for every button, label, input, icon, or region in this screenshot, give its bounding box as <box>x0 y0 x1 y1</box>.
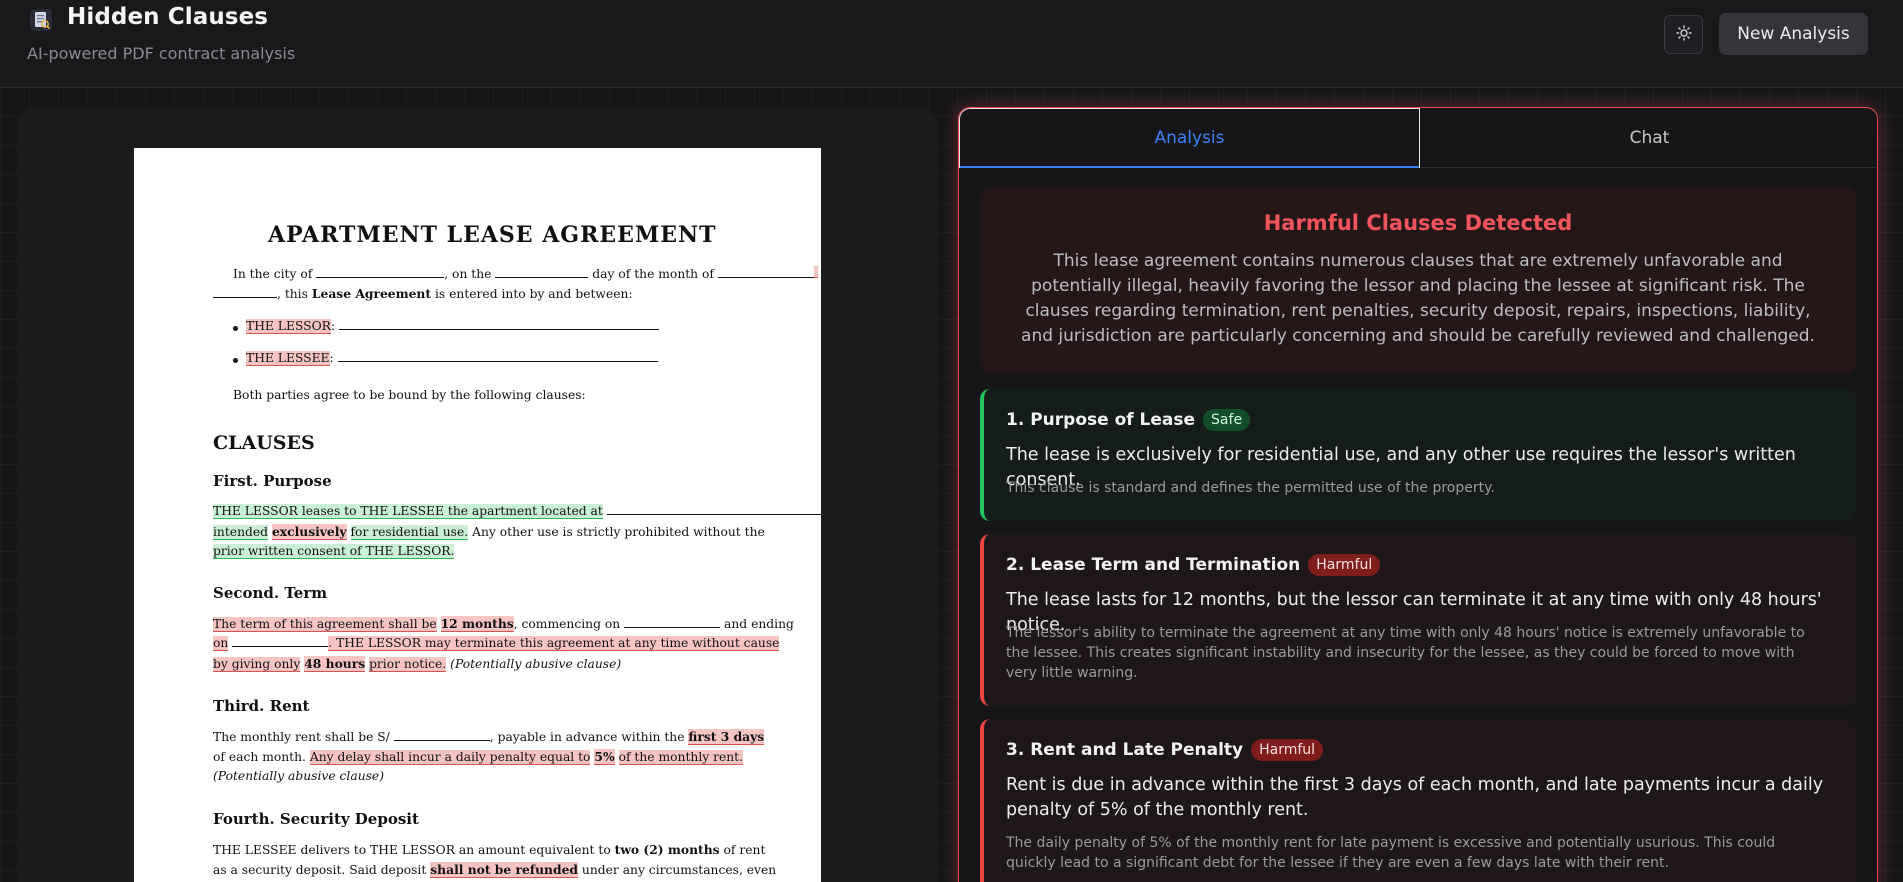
document-title: APARTMENT LEASE AGREEMENT <box>268 222 717 248</box>
intro-line-1: In the city of , on the day of the month… <box>233 266 818 281</box>
clause-explanation: The lessor's ability to terminate the ag… <box>1006 625 1805 681</box>
app-header: Hidden Clauses AI-powered PDF contract a… <box>0 0 1903 88</box>
parties-text: Both parties agree to be bound by the fo… <box>233 388 586 402</box>
lessor-line: THE LESSOR: <box>246 319 659 334</box>
second-heading: Second. Term <box>213 584 328 602</box>
clause-explanation: This clause is standard and defines the … <box>1006 480 1495 496</box>
clause-title: 3. Rent and Late Penalty Harmful <box>1006 739 1324 761</box>
third-line-2: of each month. Any delay shall incur a d… <box>213 749 744 765</box>
first-line-1: THE LESSOR leases to THE LESSEE the apar… <box>213 504 821 519</box>
third-line-3: (Potentially abusive clause) <box>213 769 384 783</box>
clause-title: 2. Lease Term and Termination Harmful <box>1006 554 1381 576</box>
app-title: Hidden Clauses <box>67 4 269 30</box>
fourth-line-1: THE LESSEE delivers to THE LESSOR an amo… <box>213 842 766 857</box>
lessee-line: THE LESSEE: <box>246 351 658 366</box>
first-heading: First. Purpose <box>213 472 332 490</box>
clause-explanation: The daily penalty of 5% of the monthly r… <box>1006 835 1776 871</box>
document-icon <box>30 9 52 31</box>
summary-title: Harmful Clauses Detected <box>1263 211 1573 235</box>
status-badge: Safe <box>1203 409 1251 431</box>
tab-analysis[interactable]: Analysis <box>959 108 1420 168</box>
bullet <box>233 358 238 363</box>
status-badge: Harmful <box>1251 739 1324 761</box>
second-line-1: The term of this agreement shall be 12 m… <box>213 616 794 632</box>
first-line-3: prior written consent of THE LESSOR. <box>213 544 455 559</box>
summary-text: This lease agreement contains numerous c… <box>1021 251 1815 346</box>
third-heading: Third. Rent <box>213 697 310 715</box>
theme-toggle-button[interactable] <box>1664 15 1703 54</box>
clause-card[interactable]: 2. Lease Term and Termination Harmful The… <box>980 534 1856 706</box>
second-line-3: by giving only 48 hours prior notice. (P… <box>213 656 622 672</box>
intro-line-2: , this Lease Agreement is entered into b… <box>213 286 633 301</box>
clauses-heading: CLAUSES <box>213 432 315 454</box>
fourth-heading: Fourth. Security Deposit <box>213 810 419 828</box>
clause-summary: Rent is due in advance within the first … <box>1006 775 1824 820</box>
third-line-1: The monthly rent shall be S/ , payable i… <box>213 729 765 745</box>
pdf-page[interactable]: APARTMENT LEASE AGREEMENT In the city of… <box>134 148 821 882</box>
summary-card: Harmful Clauses Detected This lease agre… <box>980 187 1856 373</box>
second-line-2: on . THE LESSOR may terminate this agree… <box>213 636 780 651</box>
tab-chat[interactable]: Chat <box>1420 108 1877 168</box>
app-subtitle: AI-powered PDF contract analysis <box>27 44 296 63</box>
sun-icon <box>1675 24 1692 45</box>
clause-title: 1. Purpose of Lease Safe <box>1006 409 1251 431</box>
bullet <box>233 326 238 331</box>
first-line-2: intended exclusively for residential use… <box>213 524 765 540</box>
new-analysis-button[interactable]: New Analysis <box>1719 13 1868 55</box>
clause-card[interactable]: 3. Rent and Late Penalty Harmful Rent is … <box>980 719 1856 882</box>
status-badge: Harmful <box>1308 554 1381 576</box>
clause-card[interactable]: 1. Purpose of Lease Safe The lease is exc… <box>980 389 1856 521</box>
analysis-panel: Analysis Chat Harmful Clauses Detected T… <box>958 107 1878 882</box>
fourth-line-2: as a security deposit. Said deposit shal… <box>213 862 777 878</box>
